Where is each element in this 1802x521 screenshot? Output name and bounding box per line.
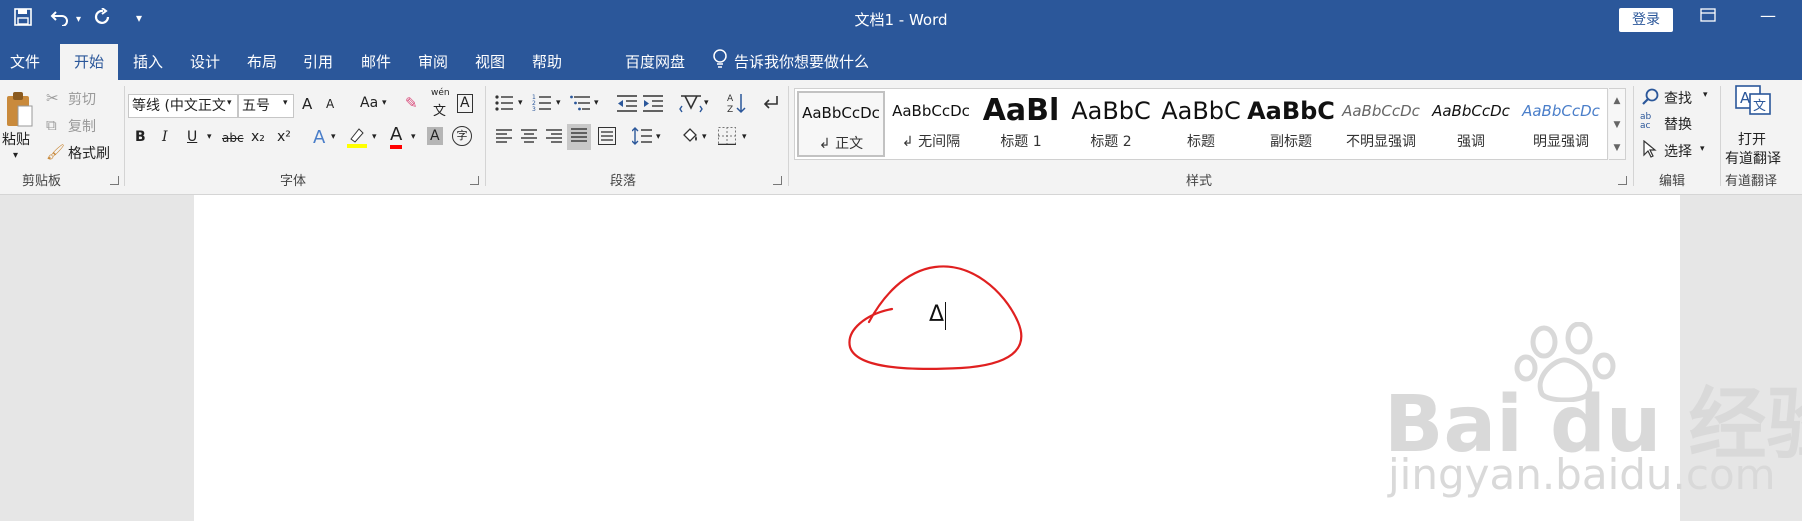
text-caret xyxy=(945,302,946,330)
watermark-sub-text: jingyan.baidu.com xyxy=(1388,450,1776,499)
document-text: Δ xyxy=(929,302,945,327)
